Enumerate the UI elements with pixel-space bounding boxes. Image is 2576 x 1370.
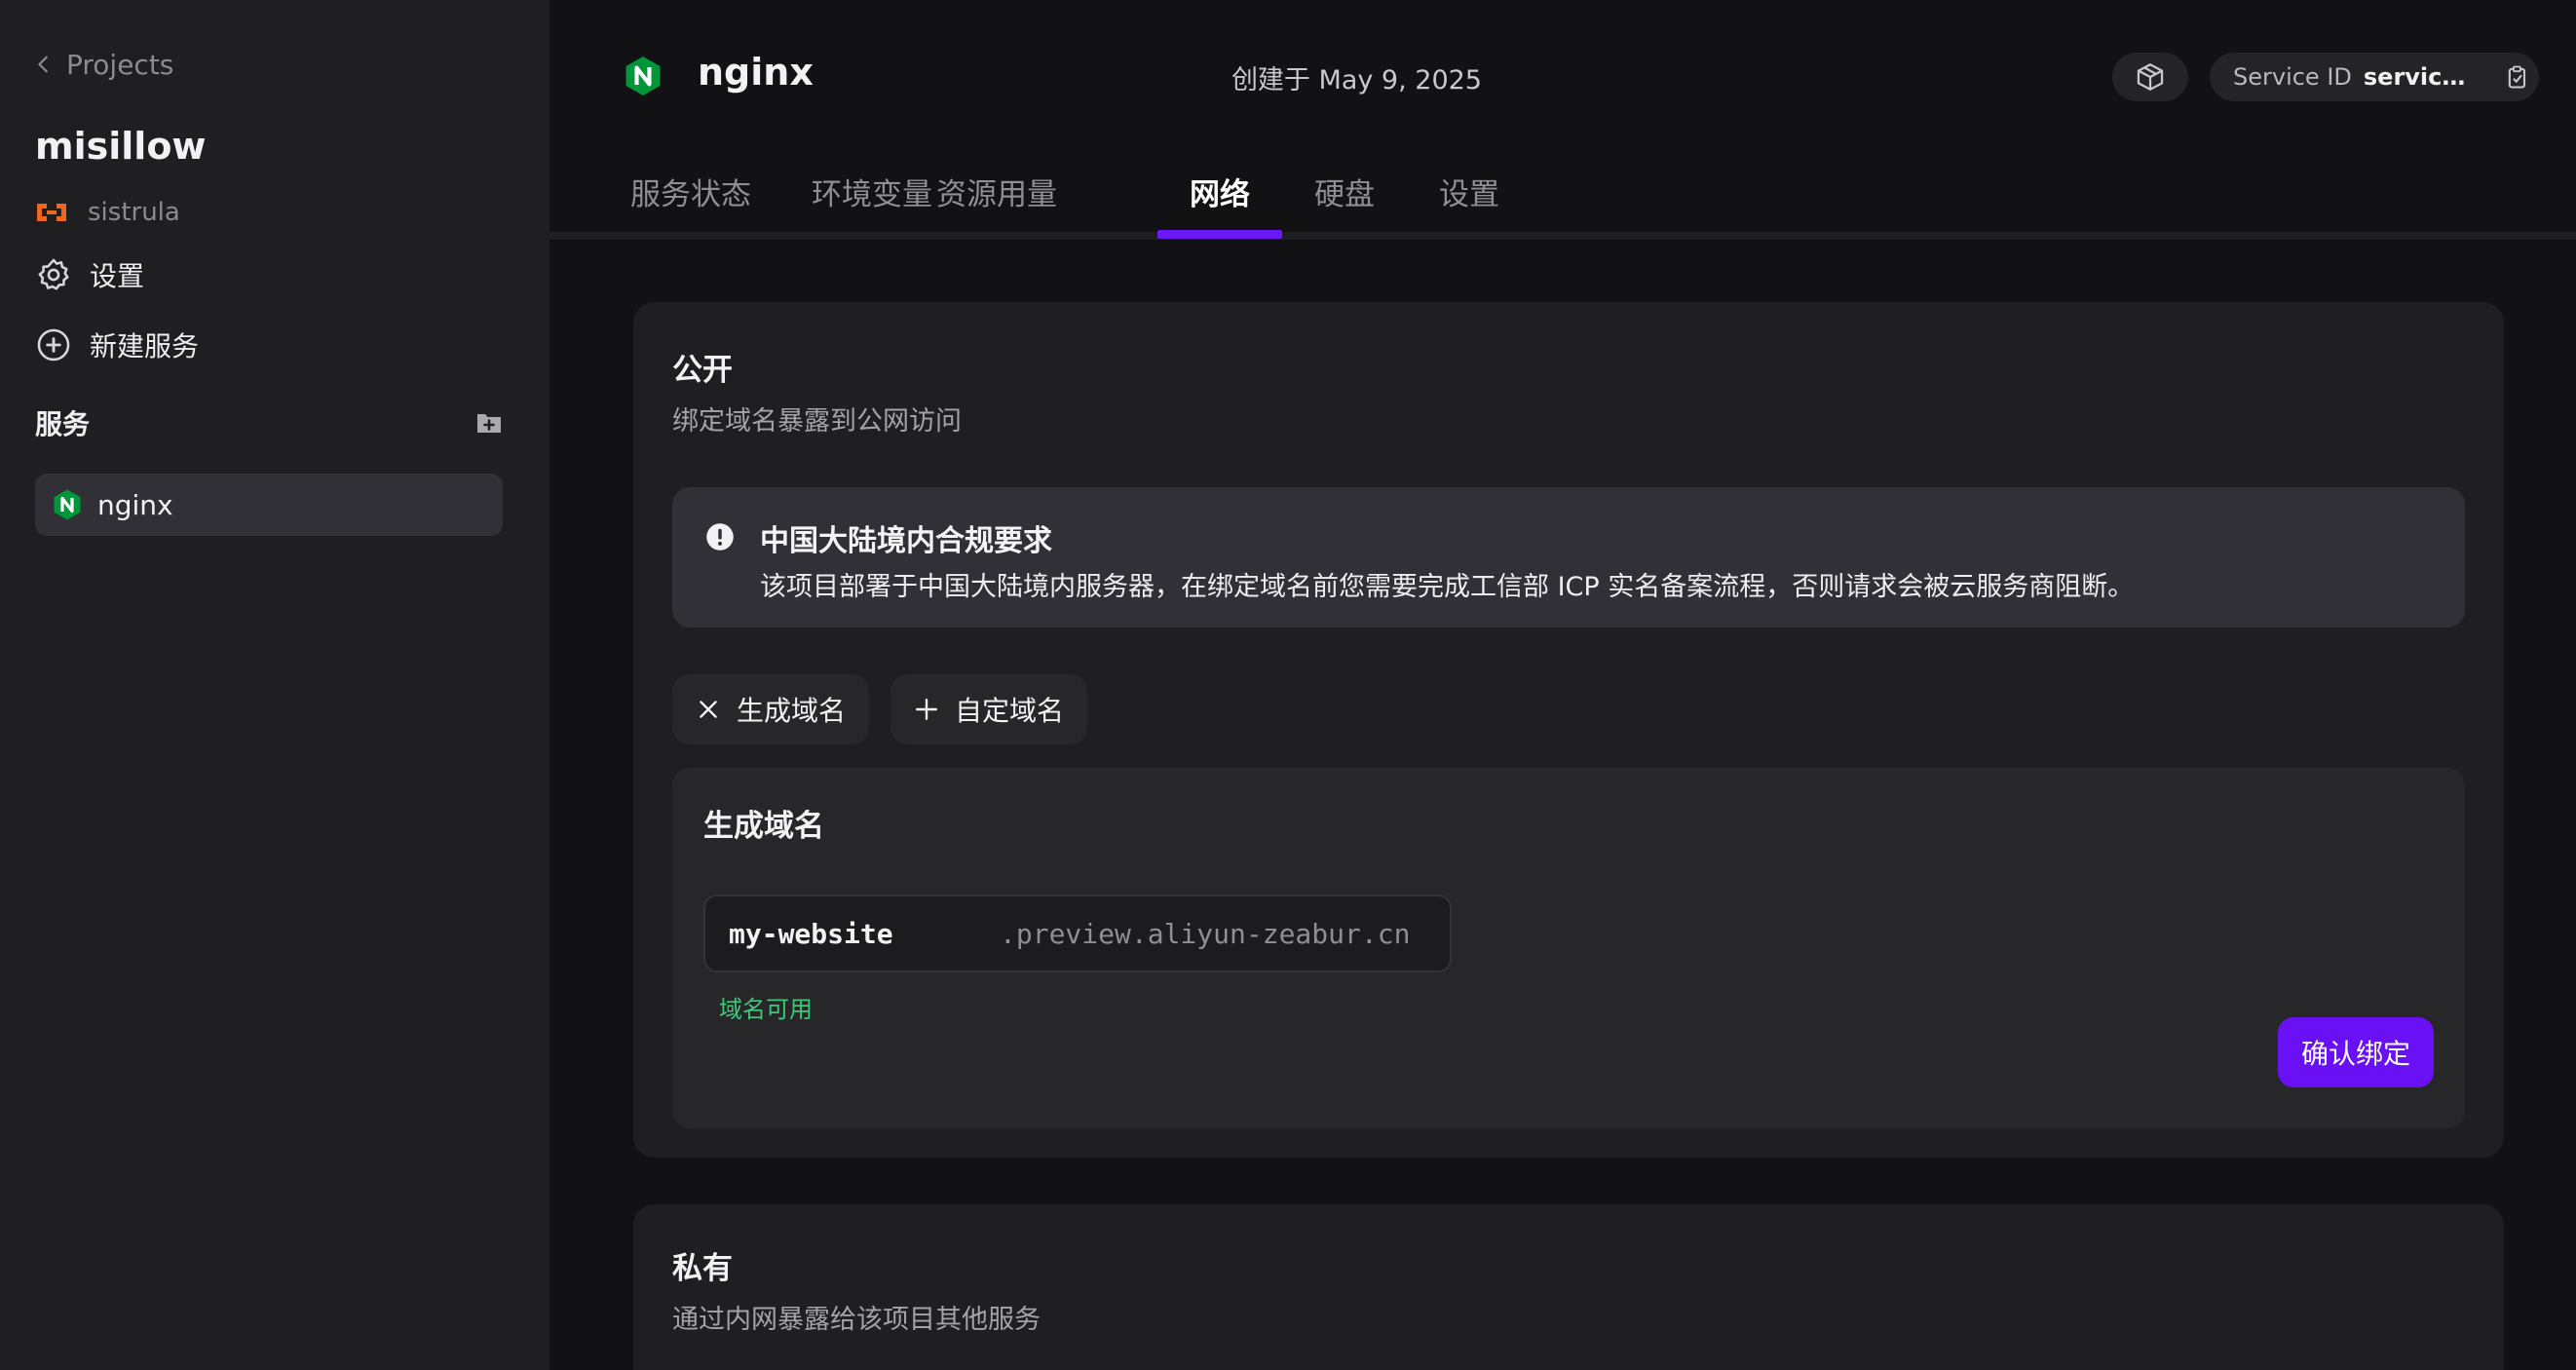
tab-networking[interactable]: 网络 — [1187, 170, 1253, 232]
template-button[interactable] — [2112, 53, 2188, 101]
team-info: sistrula — [35, 195, 180, 230]
package-icon — [2137, 63, 2164, 91]
nginx-logo-icon — [54, 489, 81, 520]
custom-domain-chip[interactable]: 自定域名 — [890, 674, 1088, 744]
plus-circle-icon — [37, 328, 70, 362]
team-logo-icon — [37, 204, 66, 221]
copy-icon[interactable] — [2504, 63, 2531, 91]
generate-domain-title: 生成域名 — [703, 809, 824, 844]
public-section-title: 公开 — [672, 353, 733, 388]
app-root: Projects misillow sistrula 设置 新建服务 服务 ng… — [0, 0, 2576, 1370]
domain-prefix-input[interactable] — [729, 917, 992, 950]
team-name: sistrula — [88, 198, 180, 227]
public-section-description: 绑定域名暴露到公网访问 — [672, 406, 962, 437]
sidebar-item-new-service[interactable]: 新建服务 — [35, 323, 199, 366]
generate-domain-panel: 生成域名 .preview.aliyun-zeabur.cn 域名可用 确认绑定 — [672, 768, 2465, 1128]
chip-label: 自定域名 — [955, 695, 1065, 727]
plus-icon — [916, 699, 937, 720]
domain-availability-status: 域名可用 — [719, 996, 813, 1023]
tab-service-status[interactable]: 服务状态 — [627, 170, 754, 232]
tab-settings[interactable]: 设置 — [1436, 170, 1502, 232]
confirm-bind-button[interactable]: 确认绑定 — [2278, 1017, 2434, 1087]
services-section-header: 服务 — [35, 401, 503, 444]
created-date: May 9, 2025 — [1318, 65, 1482, 95]
gear-icon — [38, 258, 69, 290]
alert-circle-icon — [706, 523, 734, 551]
sidebar: Projects misillow sistrula 设置 新建服务 服务 ng… — [0, 0, 549, 1370]
domain-input-group: .preview.aliyun-zeabur.cn — [703, 894, 1452, 972]
chip-label: 生成域名 — [737, 695, 847, 727]
back-link-label: Projects — [66, 48, 174, 81]
tab-resource-usage[interactable]: 资源用量 — [933, 170, 1060, 232]
created-date-info: 创建于 May 9, 2025 — [1231, 58, 1482, 96]
created-label: 创建于 — [1231, 65, 1310, 95]
chevron-left-icon — [38, 56, 48, 73]
sidebar-item-settings[interactable]: 设置 — [35, 253, 144, 296]
notice-body: 该项目部署于中国大陆境内服务器，在绑定域名前您需要完成工信部 ICP 实名备案流… — [760, 572, 2135, 602]
service-id-pill: Service ID service-… — [2210, 53, 2539, 101]
nginx-logo-icon — [625, 56, 661, 96]
active-tab-indicator — [1157, 230, 1282, 239]
sidebar-item-label: 设置 — [90, 260, 145, 292]
services-heading: 服务 — [35, 408, 91, 440]
public-networking-card: 公开 绑定域名暴露到公网访问 中国大陆境内合规要求 该项目部署于中国大陆境内服务… — [633, 302, 2504, 1158]
back-to-projects-link[interactable]: Projects — [33, 47, 173, 82]
private-networking-card: 私有 通过内网暴露给该项目其他服务 — [633, 1204, 2504, 1370]
sidebar-service-nginx[interactable]: nginx — [35, 474, 503, 536]
notice-title: 中国大陆境内合规要求 — [760, 524, 1052, 558]
service-tabs: 服务状态 环境变量 资源用量 网络 硬盘 设置 — [549, 156, 2576, 240]
domain-suffix: .preview.aliyun-zeabur.cn — [1000, 917, 1411, 950]
service-title: nginx — [698, 51, 814, 94]
private-section-description: 通过内网暴露给该项目其他服务 — [672, 1305, 1041, 1335]
tab-environment-variables[interactable]: 环境变量 — [809, 170, 935, 232]
tab-disk[interactable]: 硬盘 — [1311, 170, 1378, 232]
service-id-label: Service ID — [2233, 63, 2352, 91]
sidebar-item-label: 新建服务 — [90, 330, 200, 362]
close-icon — [700, 701, 717, 718]
generate-domain-chip[interactable]: 生成域名 — [672, 674, 870, 744]
add-folder-icon[interactable] — [475, 410, 503, 436]
private-section-title: 私有 — [672, 1251, 733, 1286]
service-name: nginx — [97, 488, 173, 521]
service-id-value: service-… — [2363, 63, 2481, 91]
compliance-notice: 中国大陆境内合规要求 该项目部署于中国大陆境内服务器，在绑定域名前您需要完成工信… — [672, 487, 2465, 628]
project-name: misillow — [35, 125, 207, 168]
